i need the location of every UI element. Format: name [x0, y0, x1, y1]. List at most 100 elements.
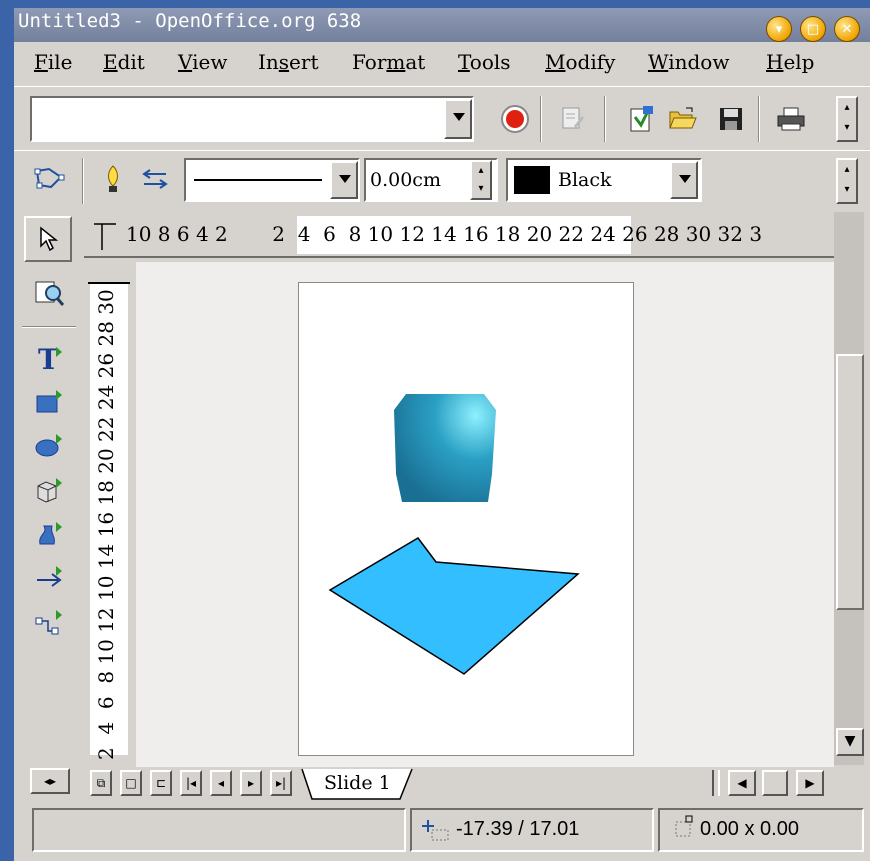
outline-view-icon: □ — [125, 776, 137, 790]
zoom-icon — [35, 281, 65, 306]
rectangle-tool[interactable] — [24, 380, 74, 424]
curve-icon — [39, 522, 62, 545]
horizontal-ruler-numbers: 10 8 6 4 2 2 4 6 8 10 12 14 16 18 20 22 … — [126, 222, 763, 246]
hscroll-left-button[interactable]: ◀ — [728, 770, 756, 796]
print-button[interactable] — [774, 102, 808, 136]
toolbar-separator — [604, 96, 606, 142]
line-width-value: 0.00cm — [370, 169, 441, 191]
edit-points-button[interactable] — [32, 162, 66, 196]
outline-view-button[interactable]: □ — [120, 770, 142, 796]
menu-format[interactable]: Format — [352, 50, 425, 74]
previous-slide-button[interactable]: ◂ — [210, 770, 232, 796]
horizontal-scroll-left[interactable]: ◂▸ — [30, 768, 70, 794]
stop-loading-button[interactable] — [498, 102, 532, 136]
toolbar1-scroll[interactable]: ▴ ▾ — [836, 96, 858, 142]
pointer-icon — [40, 226, 59, 252]
curve-tool[interactable] — [24, 512, 74, 556]
arrow-left-right-icon: ◂▸ — [43, 774, 57, 788]
arrow-right-icon — [37, 566, 62, 587]
line-style-preview — [194, 179, 322, 181]
new-document-button[interactable] — [624, 102, 658, 136]
close-button[interactable]: ✕ — [834, 16, 860, 42]
open-button[interactable] — [666, 102, 700, 136]
line-button[interactable] — [96, 162, 130, 196]
first-slide-button[interactable]: |◂ — [180, 770, 202, 796]
toolbar-separator — [758, 96, 760, 142]
polygon-shape[interactable] — [328, 537, 580, 675]
rectangle-icon — [36, 390, 62, 413]
lines-arrows-tool[interactable] — [24, 556, 74, 600]
slide-shapes — [328, 394, 580, 675]
hscroll-right-button[interactable]: ▶ — [796, 770, 824, 796]
arrow-down-icon: ▼ — [844, 733, 856, 749]
ellipse-tool[interactable] — [24, 424, 74, 468]
printer-icon — [777, 107, 805, 131]
connector-tool[interactable] — [24, 600, 74, 644]
save-button[interactable] — [714, 102, 748, 136]
minimize-icon: ▾ — [775, 21, 783, 37]
3d-objects-tool[interactable] — [24, 468, 74, 512]
menu-edit[interactable]: Edit — [103, 50, 145, 74]
drawing-view-button[interactable]: ⧉ — [90, 770, 112, 796]
pen-icon — [108, 165, 118, 192]
zoom-tool[interactable] — [24, 272, 74, 316]
arrow-style-icon — [142, 169, 168, 189]
line-style-dropdown[interactable] — [330, 161, 358, 199]
window-title: Untitled3 - OpenOffice.org 638 — [18, 10, 362, 32]
ruler-corner — [88, 262, 130, 284]
status-position-value: -17.39 / 17.01 — [456, 818, 580, 840]
status-size-value: 0.00 x 0.00 — [700, 818, 799, 840]
svg-text:T: T — [38, 343, 59, 373]
toolbar-separator — [82, 158, 84, 204]
tab-stop-icon[interactable] — [90, 220, 118, 252]
tab-splitter[interactable] — [712, 770, 720, 796]
color-swatch — [514, 166, 550, 194]
close-icon: ✕ — [841, 21, 853, 37]
toolbar-separator — [540, 96, 542, 142]
maximize-button[interactable]: □ — [800, 16, 826, 42]
chevron-up-icon: ▴ — [844, 164, 850, 175]
first-icon: |◂ — [185, 776, 197, 790]
arrow-style-button[interactable] — [138, 162, 172, 196]
notes-view-button[interactable]: ⊏ — [150, 770, 172, 796]
line-color-dropdown[interactable] — [670, 161, 698, 199]
toolbar-separator — [22, 326, 76, 328]
last-slide-button[interactable]: ▸| — [270, 770, 292, 796]
line-color-name: Black — [558, 169, 612, 191]
edit-points-icon — [34, 167, 65, 189]
status-position-cell: -17.39 / 17.01 — [410, 808, 654, 852]
edit-file-button[interactable] — [556, 102, 590, 136]
next-icon: ▸ — [247, 776, 255, 790]
vertical-scroll-thumb[interactable] — [836, 354, 864, 610]
toolbar2-scroll[interactable]: ▴ ▾ — [836, 158, 858, 204]
next-slide-button[interactable]: ▸ — [240, 770, 262, 796]
vertical-ruler-numbers: 2 4 6 8 10 12 10 14 16 18 20 22 24 26 28… — [94, 289, 118, 760]
floppy-icon — [720, 108, 742, 130]
connector-icon — [35, 610, 62, 635]
chevron-up-icon: ▴ — [844, 102, 850, 113]
arrow-right-icon: ▶ — [805, 776, 815, 790]
menu-modify[interactable]: Modify — [545, 50, 615, 74]
url-dropdown-button[interactable] — [444, 99, 472, 139]
text-tool[interactable]: T — [24, 336, 74, 380]
slide-tab-1[interactable]: Slide 1 — [324, 772, 391, 794]
scroll-down-button[interactable]: ▼ — [836, 728, 864, 756]
select-tool[interactable] — [24, 216, 72, 262]
chevron-down-icon: ▾ — [844, 122, 850, 133]
url-input[interactable] — [30, 96, 474, 142]
menu-view[interactable]: View — [178, 50, 227, 74]
minimize-button[interactable]: ▾ — [766, 16, 792, 42]
menu-tools[interactable]: Tools — [458, 50, 511, 74]
menu-help[interactable]: Help — [766, 50, 815, 74]
last-icon: ▸| — [275, 776, 287, 790]
menu-insert[interactable]: Insert — [258, 50, 318, 74]
maximize-icon: □ — [806, 21, 820, 37]
3d-cube-shape[interactable] — [394, 394, 496, 502]
spin-up-icon: ▴ — [478, 165, 484, 176]
menu-window[interactable]: Window — [648, 50, 729, 74]
line-width-spinner[interactable]: ▴ ▾ — [470, 160, 492, 200]
hscroll-thumb[interactable] — [762, 770, 788, 796]
menu-file[interactable]: File — [34, 50, 73, 74]
position-icon — [422, 820, 449, 841]
notes-view-icon: ⊏ — [155, 776, 167, 790]
